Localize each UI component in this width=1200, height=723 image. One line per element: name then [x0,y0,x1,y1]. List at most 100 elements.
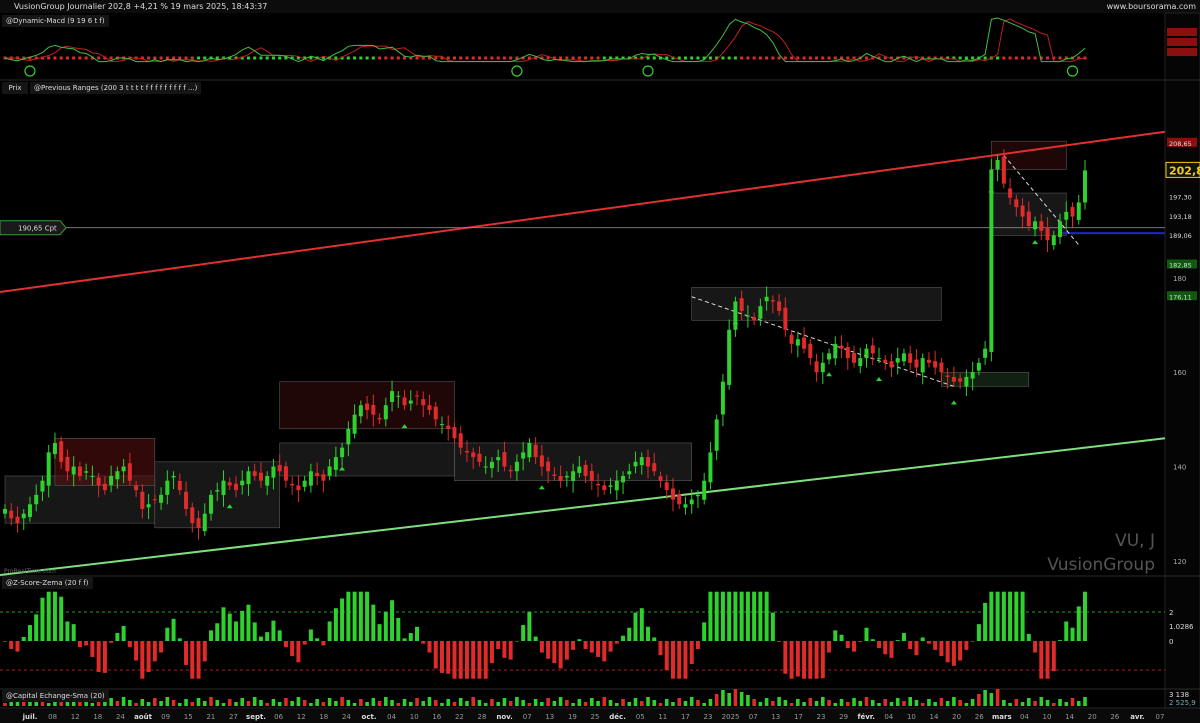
macd-dot [964,56,968,60]
volume-bar [602,697,607,706]
volume-bar [920,703,925,706]
macd-dot [509,56,513,60]
zscore-bar [770,612,775,641]
volume-bar [771,701,775,706]
candle-body [421,399,426,406]
zscore-bar [733,591,738,641]
macd-dot [203,56,207,60]
zscore-bar [383,611,388,641]
volume-bar [808,698,813,706]
macd-dot [178,56,182,60]
candle-body [383,405,388,420]
volume-bar [277,702,282,706]
candle-body [215,490,220,492]
x-tick-label: 13 [545,713,554,721]
macd-dot [197,56,201,60]
price-tab[interactable]: Prix [2,82,28,94]
zscore-bar [795,641,800,677]
volume-bar [46,703,51,706]
candle-body [84,471,89,473]
volume-bar [939,698,944,706]
previous-range-box [279,442,455,477]
x-tick-label: 11 [658,713,667,721]
zscore-bar [571,641,576,650]
x-tick-label: 26 [1110,713,1119,721]
price-level-label: 189,06 [1169,232,1192,240]
candle-body [926,359,931,363]
x-tick-label: 09 [161,713,170,721]
zscore-bar [752,591,757,641]
volume-bar [708,699,713,706]
volume-bar [128,700,132,706]
macd-dot [1046,56,1050,60]
candle-body [989,169,994,352]
candle-body [945,375,950,377]
volume-bar [646,697,650,706]
candle-body [371,404,376,415]
x-tick-label: 12 [71,713,80,721]
zscore-bar [764,591,769,641]
candle-body [352,414,357,434]
capital-panel-header[interactable]: @Capital Echange-Sma (20) [2,690,109,702]
zscore-bar [639,608,644,641]
macd-dot [371,56,375,60]
zscore-bar [695,641,700,649]
zscore-bar [814,641,819,679]
macd-dot [958,56,962,60]
macd-dot [646,56,650,60]
volume-bar [658,703,663,706]
zscore-bar [558,641,563,669]
candle-body [377,417,382,420]
candle-body [695,494,700,497]
volume-bar [59,702,63,706]
macd-dot [496,56,500,60]
zscore-bar [21,637,26,641]
zscore-panel-header[interactable]: @Z-Score-Zema (20 f f) [2,577,93,589]
macd-dot [727,56,731,60]
x-tick-label: 27 [229,713,238,721]
zscore-bar [858,641,863,642]
zscore-bar [115,633,120,641]
zscore-bar [46,591,51,641]
candle-body [539,455,544,467]
x-tick-label: 23 [817,713,826,721]
volume-bar [421,701,426,706]
candle-body [258,472,263,481]
stock-chart[interactable]: 120140160180208,65203,47197,30193,18189,… [0,0,1200,723]
zscore-bar [233,621,238,641]
zscore-bar [296,641,301,663]
candle-body [489,461,494,469]
macd-dot [1014,56,1018,60]
candle-body [308,471,313,486]
macd-dot [72,56,76,60]
zscore-bar [27,625,32,641]
volume-bar [427,697,432,706]
volume-bar [1070,698,1075,706]
volume-bar [352,703,357,706]
x-tick-label: 19 [568,713,577,721]
volume-bar [109,698,113,706]
volume-bar [571,703,575,706]
candle-body [340,447,345,458]
zscore-bar [926,641,931,644]
candle-body [646,457,651,467]
x-tick-label: oct. [362,713,377,721]
candle-body [65,456,70,472]
zscore-bar [1014,591,1019,641]
candle-body [596,483,601,486]
candle-body [764,296,769,302]
candle-body [639,457,644,466]
zscore-bar [3,641,7,642]
x-tick-label: 24 [116,713,125,721]
macd-dot [172,56,176,60]
volume-bar [958,700,962,706]
zscore-bar [527,611,532,641]
zscore-bar [9,641,14,649]
previous-ranges-header[interactable]: @Previous Ranges (200 3 t t t t f f f f … [30,82,202,94]
candle-body [864,348,869,359]
macd-panel-header[interactable]: @Dynamic-Macd (9 19 6 t f) [2,15,109,27]
candle-body [9,510,14,519]
zscore-bar [1039,641,1044,679]
candle-body [571,471,576,481]
volume-bar [346,700,351,706]
